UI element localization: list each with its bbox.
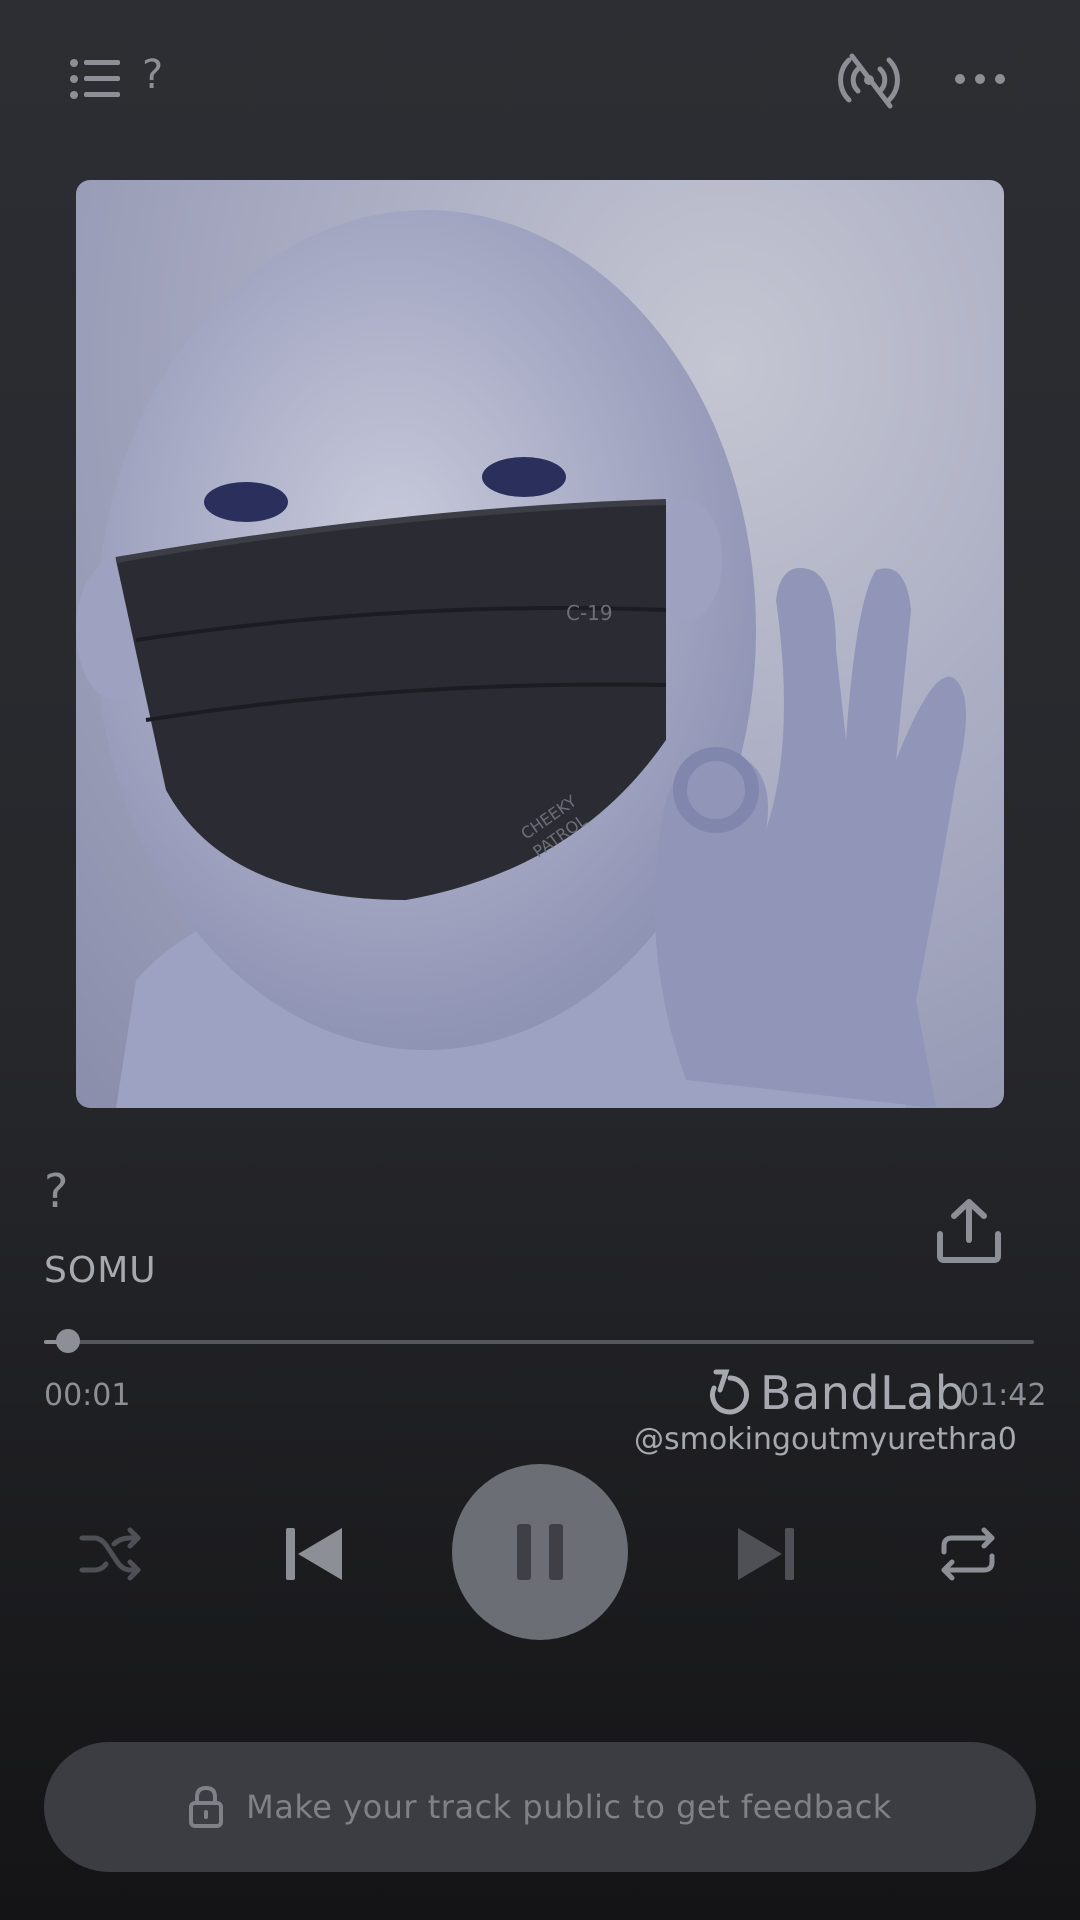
total-time: 01:42: [960, 1378, 1047, 1413]
shuffle-button[interactable]: [78, 1522, 142, 1586]
list-icon: [70, 59, 120, 99]
pause-icon: [517, 1524, 563, 1580]
next-track-button[interactable]: [734, 1522, 798, 1586]
track-title: ?: [44, 1164, 69, 1218]
baby-mask-illustration: C-19 CHEEKY PATROL: [76, 210, 966, 1108]
broadcast-off-icon: [838, 53, 900, 109]
artist-name[interactable]: SOMU: [44, 1250, 157, 1291]
watermark-brand: BandLab: [760, 1366, 965, 1420]
broadcast-button[interactable]: [834, 50, 904, 110]
album-artwork: C-19 CHEEKY PATROL: [76, 180, 1004, 1108]
header-track-title: ?: [142, 52, 164, 98]
repeat-icon: [941, 1527, 995, 1581]
progress-track[interactable]: [44, 1340, 1034, 1344]
mask-print-c19: C-19: [566, 601, 613, 625]
share-button[interactable]: [932, 1196, 1006, 1264]
skip-previous-icon: [286, 1528, 342, 1580]
lock-icon: [189, 1785, 224, 1828]
bandlab-logo-icon: [700, 1368, 752, 1420]
queue-list-button[interactable]: [70, 58, 120, 100]
skip-next-icon: [738, 1528, 794, 1580]
elapsed-time: 00:01: [44, 1378, 131, 1413]
previous-track-button[interactable]: [282, 1522, 346, 1586]
progress-thumb[interactable]: [56, 1329, 80, 1353]
shuffle-icon: [79, 1527, 141, 1581]
share-upload-icon: [937, 1199, 1001, 1263]
watermark-handle: @smokingoutmyurethra0: [634, 1422, 1017, 1457]
more-horizontal-icon: [955, 74, 1005, 84]
more-options-button[interactable]: [952, 62, 1008, 96]
feedback-button-label: Make your track public to get feedback: [246, 1788, 892, 1826]
make-public-feedback-button[interactable]: Make your track public to get feedback: [44, 1742, 1036, 1872]
play-pause-button[interactable]: [452, 1464, 628, 1640]
repeat-button[interactable]: [936, 1522, 1000, 1586]
